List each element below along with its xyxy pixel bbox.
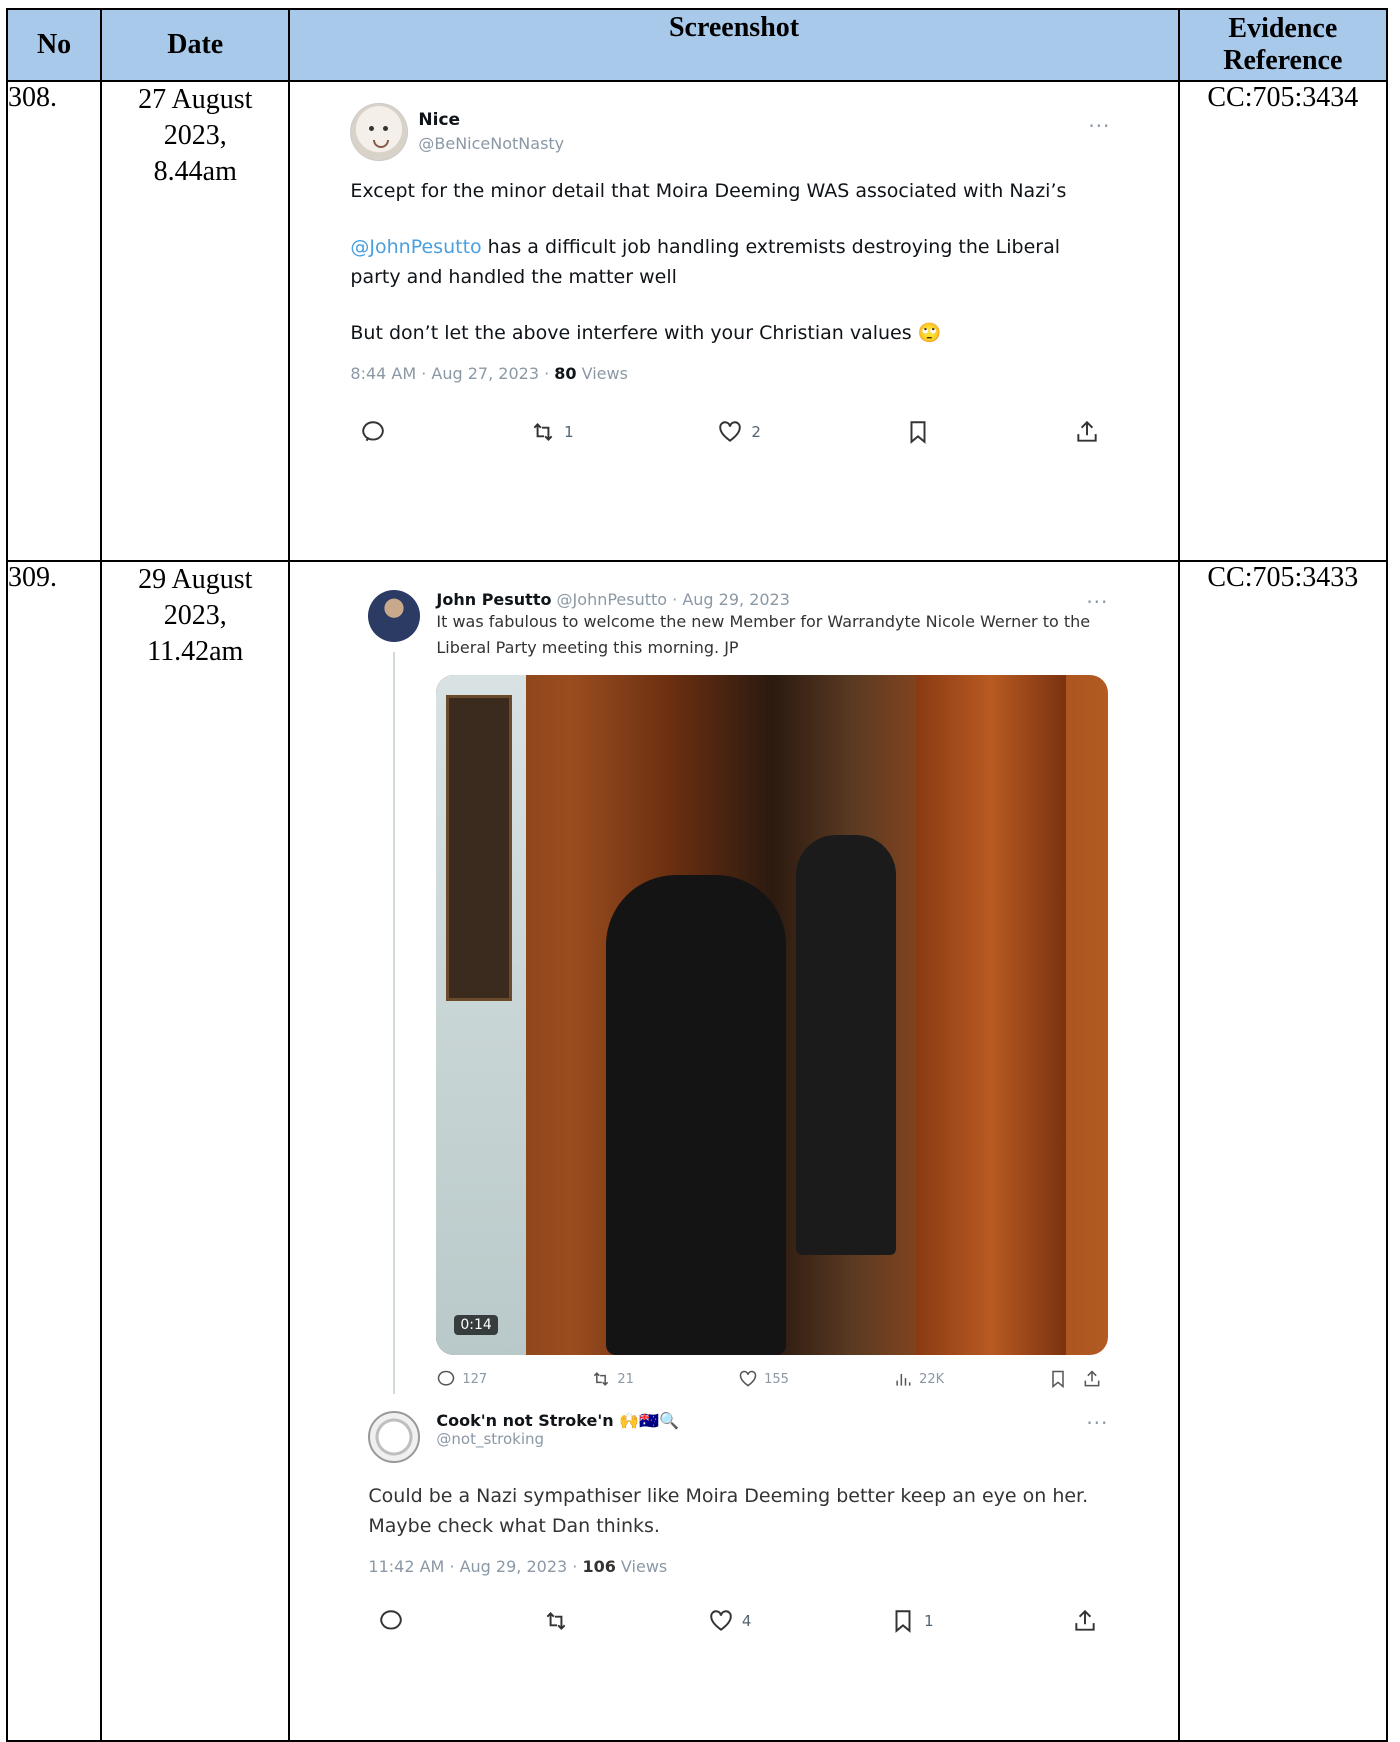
share-button[interactable] — [1072, 1608, 1098, 1634]
tweet-thread: John Pesutto @JohnPesutto · Aug 29, 2023… — [368, 590, 1109, 1634]
tweet-author-name[interactable]: Cook'n not Stroke'n 🙌🇦🇺🔍 — [436, 1411, 1108, 1430]
evidence-table: No Date Screenshot Evidence Reference 30… — [5, 8, 1389, 1742]
tweet: Nice @BeNiceNotNasty ··· Except for the … — [350, 102, 1110, 445]
avatar[interactable] — [368, 1411, 421, 1463]
more-options-icon[interactable]: ··· — [1086, 1411, 1108, 1435]
row-date: 27 August 2023, 8.44am — [100, 80, 291, 562]
row-number: 308. — [5, 80, 103, 562]
video-duration: 0:14 — [454, 1315, 498, 1335]
avatar[interactable] — [350, 103, 409, 161]
retweet-button[interactable] — [543, 1608, 569, 1634]
reply-tweet: Cook'n not Stroke'n 🙌🇦🇺🔍 @not_stroking ·… — [368, 1411, 1108, 1634]
tweet-author-handle[interactable]: @JohnPesutto · Aug 29, 2023 — [551, 590, 790, 609]
bookmark-icon — [910, 421, 926, 444]
mention-link[interactable]: @JohnPesutto — [350, 236, 481, 258]
reply-button[interactable]: 127 — [436, 1369, 487, 1389]
share-button[interactable] — [1074, 419, 1100, 445]
tweet-author-handle[interactable]: @BeNiceNotNasty — [418, 132, 564, 156]
quoted-tweet: John Pesutto @JohnPesutto · Aug 29, 2023… — [368, 590, 1109, 1389]
bookmark-icon — [895, 1610, 911, 1633]
video-frame-painting — [446, 695, 513, 1001]
row-number: 309. — [5, 560, 103, 1742]
thread-line — [393, 652, 396, 1394]
tweet-body: Could be a Nazi sympathiser like Moira D… — [368, 1485, 1089, 1537]
share-icon[interactable] — [1082, 1369, 1102, 1389]
evidence-reference: CC:705:3434 — [1177, 80, 1389, 562]
evidence-reference: CC:705:3433 — [1177, 560, 1389, 1742]
retweet-icon — [594, 1372, 609, 1386]
row-date: 29 August 2023, 11.42am — [100, 560, 291, 1742]
bookmark-icon[interactable] — [1048, 1369, 1068, 1389]
bookmark-button[interactable]: 1 — [890, 1608, 934, 1634]
tweet-author-handle[interactable]: @not_stroking — [436, 1430, 1108, 1448]
like-icon — [710, 1610, 732, 1631]
tweet-timestamp: 11:42 AM · Aug 29, 2023 · 106 Views — [368, 1557, 668, 1576]
reply-icon — [362, 421, 385, 442]
tweet-actions: 4 1 — [368, 1608, 1108, 1634]
like-icon — [719, 421, 742, 442]
share-icon — [1077, 420, 1098, 442]
reply-button[interactable] — [378, 1608, 404, 1634]
like-button[interactable]: 2 — [717, 419, 761, 445]
tweet-actions: 1 2 — [350, 419, 1110, 445]
tweet-author-name[interactable]: Nice — [418, 108, 564, 132]
screenshot-cell: Nice @BeNiceNotNasty ··· Except for the … — [288, 80, 1180, 562]
table-row: 308. 27 August 2023, 8.44am Nice @BeNice… — [5, 80, 1389, 562]
views-icon — [896, 1374, 911, 1386]
retweet-icon — [533, 423, 553, 441]
views-button[interactable]: 22K — [893, 1369, 944, 1389]
like-button[interactable]: 4 — [708, 1608, 751, 1634]
video-frame-person — [606, 875, 787, 1355]
retweet-icon — [546, 1612, 566, 1630]
video-frame-person — [796, 835, 897, 1255]
header-reference: Evidence Reference — [1177, 8, 1389, 82]
tweet-body: Except for the minor detail that Moira D… — [350, 180, 1067, 344]
screenshot-cell: John Pesutto @JohnPesutto · Aug 29, 2023… — [288, 560, 1180, 1742]
header-no: No — [5, 8, 103, 82]
tweet-author-name[interactable]: John Pesutto — [436, 590, 551, 609]
video-player[interactable]: 0:14 — [436, 675, 1109, 1355]
reply-icon — [380, 1610, 403, 1630]
tweet-actions: 127 21 155 22K — [436, 1369, 1108, 1389]
bookmark-button[interactable] — [905, 419, 931, 445]
tweet-body: It was fabulous to welcome the new Membe… — [436, 612, 1091, 657]
header-screenshot: Screenshot — [288, 8, 1180, 82]
tweet-timestamp: 8:44 AM · Aug 27, 2023 · 80 Views — [350, 364, 628, 383]
like-button[interactable]: 155 — [738, 1369, 789, 1389]
header-row: No Date Screenshot Evidence Reference — [5, 8, 1389, 82]
retweet-button[interactable]: 21 — [591, 1369, 634, 1389]
more-options-icon[interactable]: ··· — [1088, 114, 1110, 138]
avatar[interactable] — [368, 590, 421, 642]
video-frame-door — [916, 675, 1067, 1355]
reply-button[interactable] — [360, 419, 386, 445]
reply-icon — [438, 1370, 455, 1386]
more-options-icon[interactable]: ··· — [1086, 590, 1108, 614]
retweet-button[interactable]: 1 — [530, 419, 574, 445]
header-date: Date — [100, 8, 291, 82]
share-icon — [1075, 1609, 1096, 1631]
like-icon — [739, 1370, 757, 1387]
table-row: 309. 29 August 2023, 11.42am John Pesutt… — [5, 560, 1389, 1742]
